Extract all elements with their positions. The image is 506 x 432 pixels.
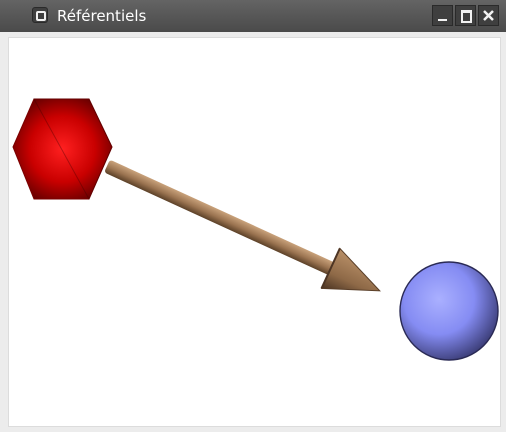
window-menu-icon[interactable] xyxy=(32,7,48,23)
maximize-button[interactable] xyxy=(455,5,476,26)
3d-scene xyxy=(12,98,499,361)
target-sphere xyxy=(399,261,499,361)
close-icon xyxy=(483,10,494,21)
minimize-button[interactable] xyxy=(432,5,453,26)
origin-hexagon xyxy=(12,98,113,201)
window-title: Référentiels xyxy=(57,7,147,25)
application-window: Référentiels xyxy=(0,0,506,432)
render-canvas[interactable] xyxy=(8,37,501,427)
vector-arrow xyxy=(105,160,381,292)
titlebar[interactable]: Référentiels xyxy=(0,0,506,32)
close-button[interactable] xyxy=(478,5,499,26)
